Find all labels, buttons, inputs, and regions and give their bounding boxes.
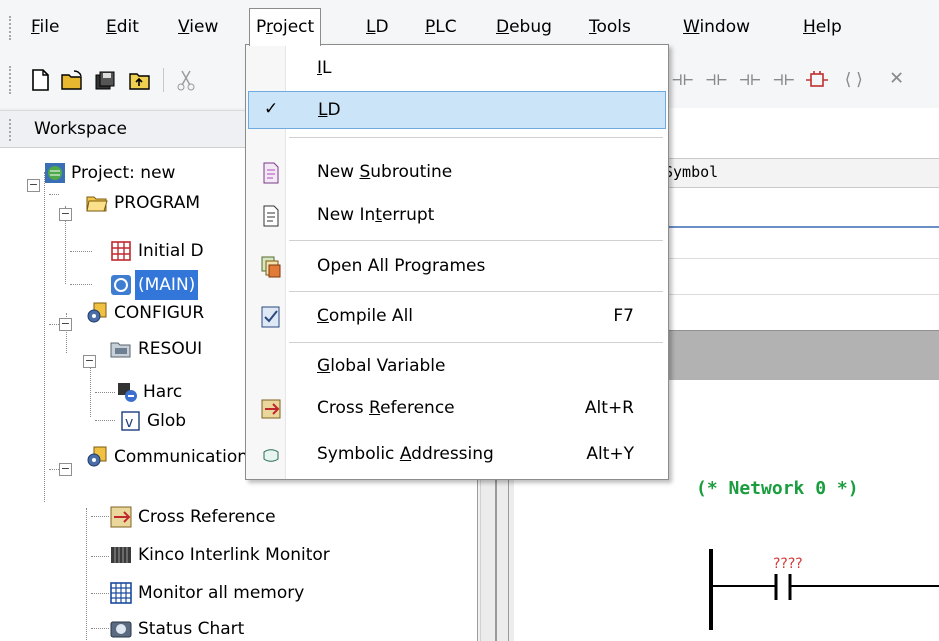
menu-window[interactable]: Window: [677, 11, 756, 43]
compile-icon: [261, 306, 280, 328]
ld-coil-icon[interactable]: [805, 69, 829, 91]
tree-item-interlink-monitor[interactable]: Kinco Interlink Monitor: [110, 540, 430, 570]
expand-program[interactable]: −: [59, 208, 72, 221]
config-gear-icon: [87, 302, 107, 323]
tree-item-monitor-memory[interactable]: Monitor all memory: [110, 578, 430, 608]
menubar-grip[interactable]: [9, 16, 12, 40]
expand-project[interactable]: −: [27, 179, 40, 192]
project-globe-icon: [45, 163, 65, 183]
ladder-program-icon: [111, 275, 131, 295]
menu-debug[interactable]: Debug: [490, 11, 558, 43]
cross-reference-icon: [261, 399, 281, 419]
tree-item-project[interactable]: Project: new: [44, 158, 244, 188]
new-interrupt-icon: [263, 205, 279, 227]
interlink-monitor-icon: [111, 547, 131, 563]
menu-item-ld[interactable]: ✓ LD: [248, 91, 666, 129]
check-icon: ✓: [264, 99, 279, 119]
menu-item-new-subroutine[interactable]: New Subroutine: [248, 154, 666, 192]
tree-item-configuration[interactable]: CONFIGUR: [86, 298, 256, 328]
menu-project[interactable]: Project: [249, 8, 322, 46]
tree-item-program[interactable]: PROGRAM: [86, 188, 256, 218]
network-comment: (* Network 0 *): [696, 478, 859, 499]
menu-plc[interactable]: PLC: [419, 11, 463, 43]
contact-symbol-label[interactable]: ????: [773, 556, 803, 572]
cross-reference-icon: [110, 506, 132, 528]
expand-configuration[interactable]: −: [59, 318, 72, 331]
ld-contact-icons[interactable]: ⊣⊢ ⊣⊢ ⊣⊢ ⊣⊢: [672, 70, 796, 90]
open-folder-icon[interactable]: [60, 69, 84, 91]
menu-file[interactable]: File: [25, 11, 65, 43]
resource-folder-icon: [110, 342, 131, 358]
menu-tools[interactable]: Tools: [583, 11, 637, 43]
menu-item-global-variable[interactable]: Global Variable: [248, 348, 666, 386]
open-all-icon: [261, 256, 281, 278]
hardware-icon: [118, 383, 137, 402]
expand-communication[interactable]: −: [59, 463, 72, 476]
workspace-grip[interactable]: [9, 119, 12, 141]
tree-item-cross-reference[interactable]: Cross Reference: [110, 502, 360, 532]
tree-item-hardware[interactable]: Harc: [116, 377, 256, 407]
svg-text:v: v: [125, 415, 133, 431]
workspace-title: Workspace: [34, 119, 127, 139]
menu-ld[interactable]: LD: [360, 11, 395, 43]
menu-item-new-interrupt[interactable]: New Interrupt: [248, 197, 666, 235]
menu-item-il[interactable]: IL: [248, 50, 666, 88]
toolbar-grip[interactable]: [9, 66, 12, 94]
tree-item-status-chart[interactable]: Status Chart: [110, 614, 430, 641]
memory-grid-icon: [110, 582, 132, 604]
folder-open-icon: [86, 196, 108, 212]
symbolic-addressing-icon: [263, 449, 279, 462]
menu-item-open-all-programes[interactable]: Open All Programes: [248, 248, 666, 286]
variable-doc-icon: v: [121, 411, 140, 431]
status-chart-icon: [110, 621, 132, 638]
save-all-icon[interactable]: [94, 69, 118, 91]
data-grid-icon: [111, 241, 131, 261]
expand-resource[interactable]: −: [83, 355, 96, 368]
tree-item-resource[interactable]: RESOUI: [110, 334, 260, 364]
menu-view[interactable]: View: [172, 11, 224, 43]
menu-item-compile-all[interactable]: Compile All F7: [248, 298, 666, 336]
folder-up-icon[interactable]: [128, 69, 152, 91]
ld-delete-icon[interactable]: ✕: [890, 65, 904, 90]
tree-item-global-variable[interactable]: v Glob: [116, 406, 256, 436]
menu-edit[interactable]: Edit: [100, 11, 145, 43]
project-menu-dropdown: IL ✓ LD New Subroutine New Interrupt Ope…: [245, 44, 669, 480]
menu-help[interactable]: Help: [797, 11, 848, 43]
cut-icon[interactable]: [174, 69, 198, 91]
ld-output-icon[interactable]: ⟨⟩: [843, 70, 865, 90]
menu-item-symbolic-addressing[interactable]: Symbolic Addressing Alt+Y: [248, 436, 666, 474]
tree-item-initial-data[interactable]: Initial D: [110, 236, 250, 266]
tree-item-main[interactable]: (MAIN): [110, 270, 250, 300]
config-gear-icon: [87, 446, 107, 467]
menu-item-cross-reference[interactable]: Cross Reference Alt+R: [248, 390, 666, 428]
new-file-icon[interactable]: [28, 69, 52, 91]
new-subroutine-icon: [263, 162, 279, 184]
